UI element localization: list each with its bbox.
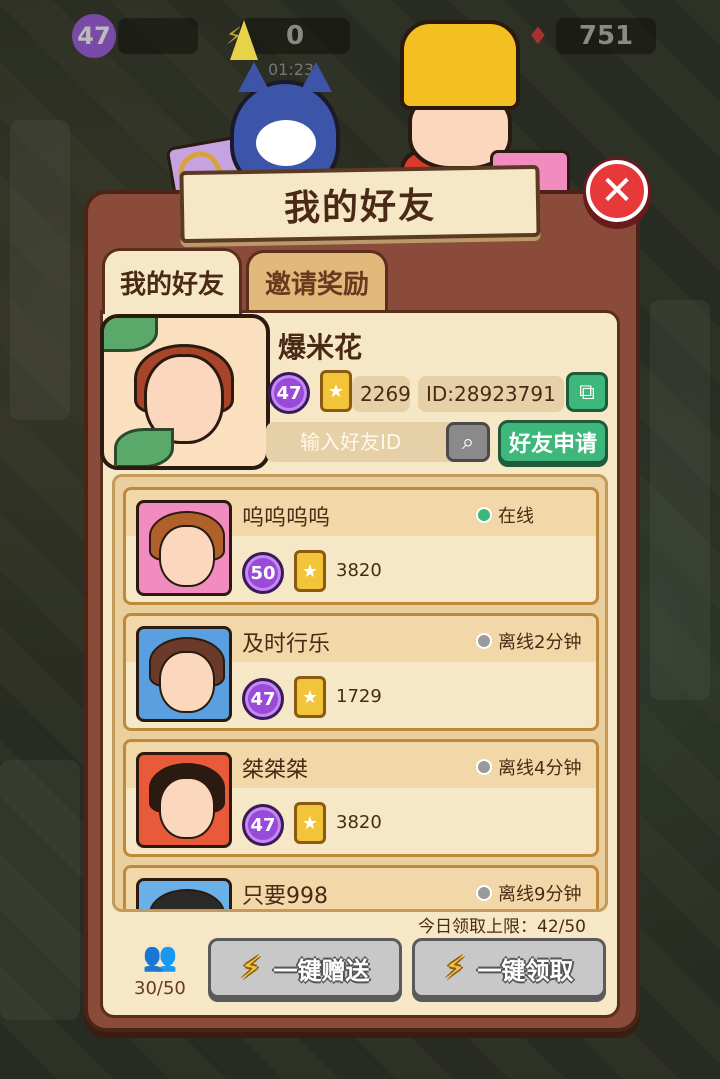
friend-status: 离线2分钟 xyxy=(476,628,581,654)
online-dot-icon xyxy=(476,507,492,523)
background-building xyxy=(0,760,80,1020)
friends-icon: 👥 xyxy=(142,940,178,973)
friend-row[interactable]: 呜呜呜呜 在线 50 ★ 3820 xyxy=(123,487,599,605)
friend-name: 呜呜呜呜 xyxy=(242,506,331,531)
dialog-title: 我的好友 xyxy=(179,164,541,244)
copy-id-button[interactable]: ⧉ xyxy=(566,372,608,412)
friend-name: 桀桀桀 xyxy=(242,758,309,783)
star-card-icon: ★ xyxy=(294,802,326,844)
friends-list[interactable]: 呜呜呜呜 在线 50 ★ 3820 及时行乐 离线2分钟 47 ★ 1729 桀… xyxy=(112,474,608,912)
friend-name: 及时行乐 xyxy=(242,632,331,657)
friend-row[interactable]: 桀桀桀 离线4分钟 47 ★ 3820 xyxy=(123,739,599,857)
friend-score: 3820 xyxy=(336,812,382,833)
daily-claim-limit: 今日领取上限：42/50 xyxy=(418,917,586,937)
search-button[interactable]: ⌕ xyxy=(446,422,490,462)
tab-my-friends[interactable]: 我的好友 xyxy=(102,248,242,314)
friend-name: 只要998 xyxy=(242,884,328,909)
player-id: ID:28923791 xyxy=(418,376,564,412)
player-level-badge: 47 xyxy=(268,372,310,414)
send-all-button[interactable]: ⚡ 一键赠送 xyxy=(208,938,402,998)
friend-level-badge: 50 xyxy=(242,552,284,594)
friend-avatar xyxy=(136,500,232,596)
friend-status: 离线4分钟 xyxy=(476,754,581,780)
background-building xyxy=(650,300,710,700)
friend-status: 在线 xyxy=(476,502,534,528)
friend-avatar xyxy=(136,752,232,848)
background-building xyxy=(10,120,70,420)
star-card-icon: ★ xyxy=(320,370,352,412)
friend-avatar xyxy=(136,626,232,722)
friend-level-badge: 47 xyxy=(242,678,284,720)
friend-status: 离线9分钟 xyxy=(476,880,581,906)
friend-row[interactable]: 只要998 离线9分钟 xyxy=(123,865,599,909)
star-card-icon: ★ xyxy=(294,676,326,718)
party-hat xyxy=(230,20,258,60)
offline-dot-icon xyxy=(476,633,492,649)
leaf-frame-icon xyxy=(104,318,158,352)
friend-score: 3820 xyxy=(336,560,382,581)
star-hat xyxy=(400,20,520,110)
friend-row[interactable]: 及时行乐 离线2分钟 47 ★ 1729 xyxy=(123,613,599,731)
player-name: 爆米花 xyxy=(278,331,363,364)
star-card-icon: ★ xyxy=(294,550,326,592)
claim-all-button[interactable]: ⚡ 一键领取 xyxy=(412,938,606,998)
level-icon: 47 xyxy=(72,14,116,58)
friend-requests-button[interactable]: 好友申请 xyxy=(498,420,608,464)
offline-dot-icon xyxy=(476,885,492,901)
lightning-icon: ⚡ xyxy=(240,950,262,986)
friend-level-badge: 47 xyxy=(242,804,284,846)
tab-invite-rewards[interactable]: 邀请奖励 xyxy=(246,250,388,312)
player-score: 2269 xyxy=(352,376,411,412)
offline-dot-icon xyxy=(476,759,492,775)
friend-avatar xyxy=(136,878,232,909)
friend-score: 1729 xyxy=(336,686,382,707)
leaf-frame-icon xyxy=(114,428,174,466)
gem-value: 751 xyxy=(556,18,656,54)
close-button[interactable]: ✕ xyxy=(586,160,648,222)
lightning-icon: ⚡ xyxy=(444,950,466,986)
player-avatar[interactable] xyxy=(100,314,270,470)
friend-count: 30/50 xyxy=(134,978,186,999)
